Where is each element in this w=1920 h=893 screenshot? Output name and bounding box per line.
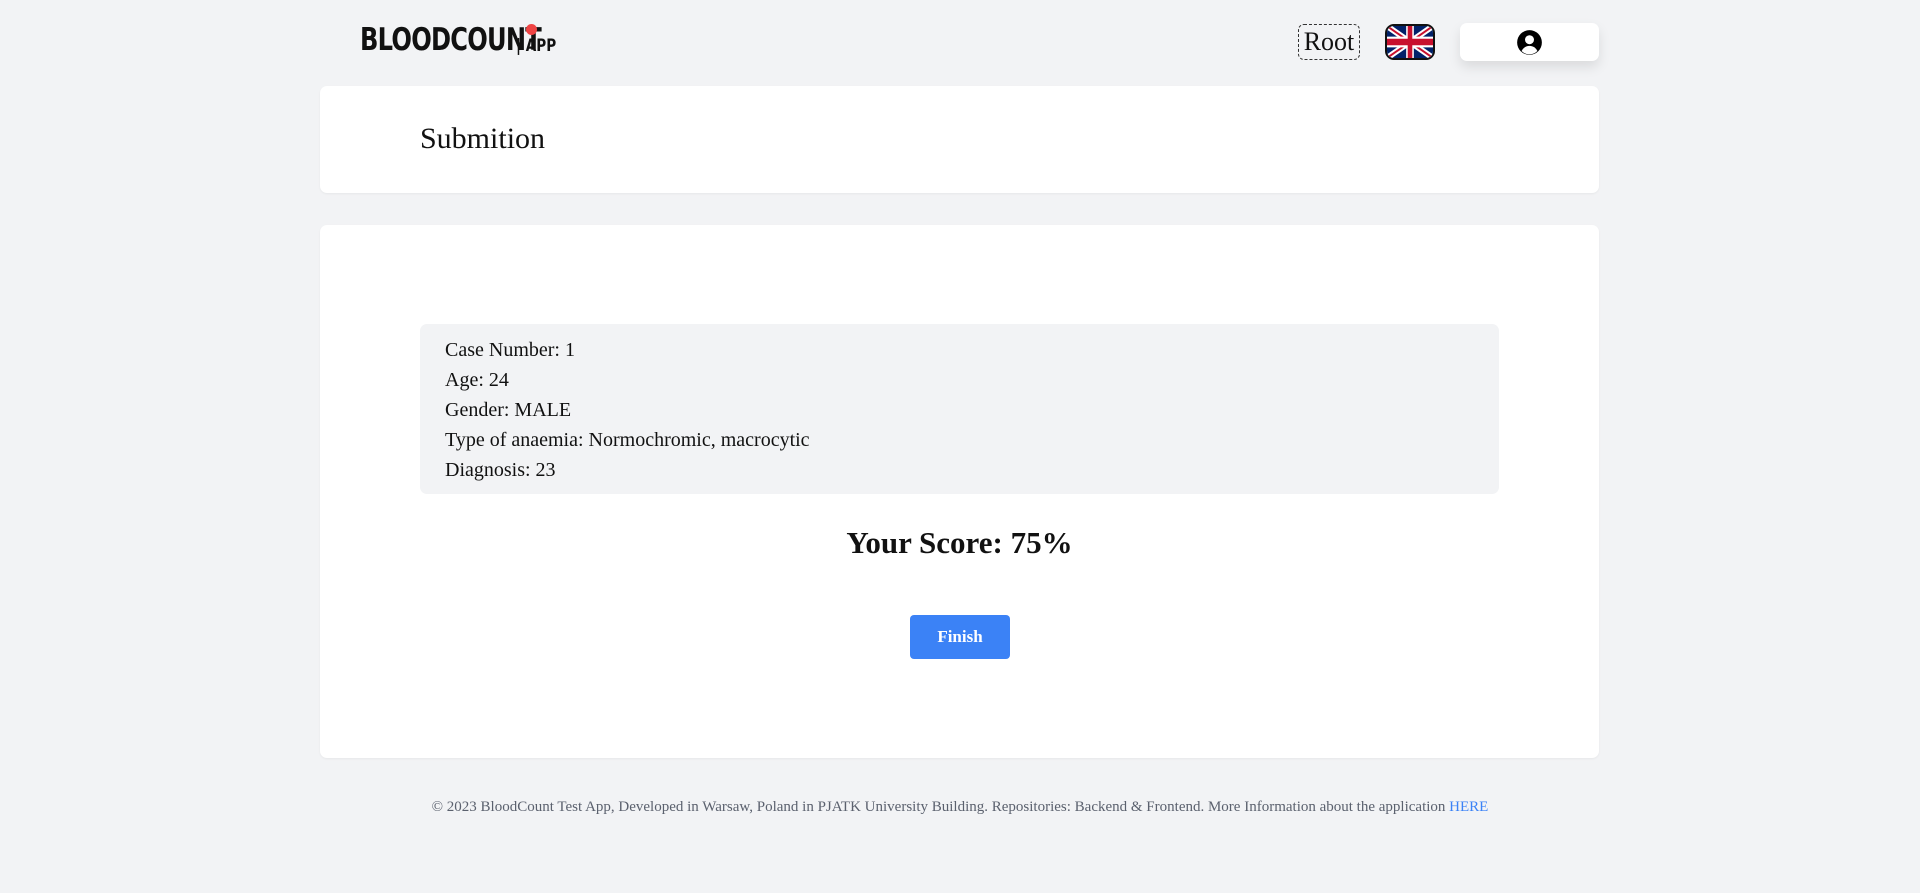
logo-text: BLOODCOUNT (360, 22, 542, 58)
app-logo[interactable]: BLOODCOUNT | APP (360, 24, 566, 56)
logo-suffix: | APP (516, 36, 557, 56)
profile-button[interactable] (1460, 23, 1599, 61)
case-anaemia-type: Type of anaemia: Normochromic, macrocyti… (445, 429, 810, 451)
title-card: Submition (320, 86, 1599, 193)
case-info-box: Case Number: 1 Age: 24 Gender: MALE Type… (420, 324, 1499, 494)
case-age: Age: 24 (445, 369, 509, 391)
user-circle-icon (1517, 29, 1542, 55)
score-text: Your Score: 75% (846, 525, 1073, 560)
footer-text: © 2023 BloodCount Test App, Developed in… (431, 799, 1450, 815)
page-title: Submition (420, 122, 546, 155)
user-name-badge[interactable]: Root (1298, 24, 1360, 60)
logo-dot-icon (526, 24, 537, 35)
footer: © 2023 BloodCount Test App, Developed in… (0, 799, 1920, 816)
case-gender: Gender: MALE (445, 399, 572, 421)
case-diagnosis: Diagnosis: 23 (445, 459, 556, 481)
footer-here-link[interactable]: HERE (1449, 799, 1488, 815)
submission-card: Case Number: 1 Age: 24 Gender: MALE Type… (320, 225, 1599, 758)
uk-flag-icon[interactable] (1385, 24, 1435, 60)
case-number: Case Number: 1 (445, 339, 575, 361)
finish-button[interactable]: Finish (910, 615, 1010, 659)
